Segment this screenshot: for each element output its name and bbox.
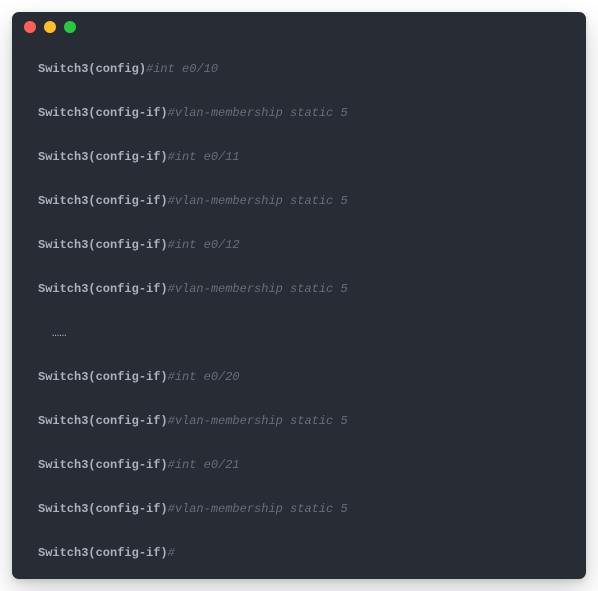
terminal-prompt: Switch3(config-if) [38,282,168,296]
close-icon[interactable] [24,21,36,33]
terminal-comment: #vlan-membership static 5 [168,194,348,208]
terminal-window: Switch3(config)#int e0/10 Switch3(config-… [12,12,586,579]
terminal-line: Switch3(config-if)#vlan-membership stati… [38,192,560,210]
terminal-comment: #vlan-membership static 5 [168,414,348,428]
terminal-comment: #int e0/21 [168,458,240,472]
terminal-prompt: Switch3(config-if) [38,238,168,252]
terminal-line: Switch3(config-if)#int e0/21 [38,456,560,474]
terminal-comment: #int e0/11 [168,150,240,164]
terminal-line: Switch3(config-if)#vlan-membership stati… [38,104,560,122]
terminal-line: Switch3(config-if)#int e0/20 [38,368,560,386]
terminal-prompt: Switch3(config-if) [38,414,168,428]
terminal-line: Switch3(config-if)#vlan-membership stati… [38,412,560,430]
terminal-comment: #int e0/12 [168,238,240,252]
terminal-prompt: Switch3(config-if) [38,458,168,472]
terminal-comment: #int e0/10 [146,62,218,76]
terminal-prompt: Switch3(config-if) [38,370,168,384]
terminal-line: Switch3(config-if)#vlan-membership stati… [38,500,560,518]
terminal-comment: # [168,546,175,560]
terminal-comment: #vlan-membership static 5 [168,282,348,296]
terminal-prompt: Switch3(config-if) [38,106,168,120]
minimize-icon[interactable] [44,21,56,33]
terminal-line: Switch3(config-if)#int e0/11 [38,148,560,166]
terminal-comment: #int e0/20 [168,370,240,384]
terminal-ellipsis: …… [38,324,560,342]
terminal-comment: #vlan-membership static 5 [168,106,348,120]
terminal-prompt: Switch3(config-if) [38,502,168,516]
terminal-line: Switch3(config)#int e0/10 [38,60,560,78]
terminal-prompt: Switch3(config-if) [38,546,168,560]
terminal-prompt: Switch3(config-if) [38,194,168,208]
terminal-body: Switch3(config)#int e0/10 Switch3(config-… [12,42,586,579]
terminal-comment: #vlan-membership static 5 [168,502,348,516]
terminal-prompt: Switch3(config-if) [38,150,168,164]
terminal-prompt: Switch3(config) [38,62,146,76]
terminal-line: Switch3(config-if)# [38,544,560,562]
terminal-line: Switch3(config-if)#int e0/12 [38,236,560,254]
window-titlebar [12,12,586,42]
zoom-icon[interactable] [64,21,76,33]
terminal-line: Switch3(config-if)#vlan-membership stati… [38,280,560,298]
